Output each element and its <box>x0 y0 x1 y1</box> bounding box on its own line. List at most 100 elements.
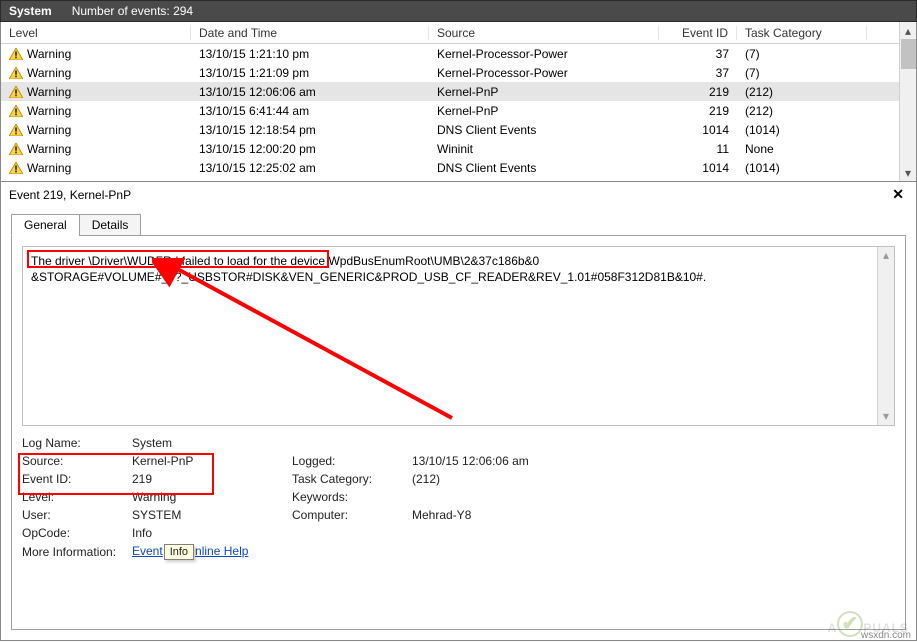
scroll-up-arrow-icon[interactable]: ▴ <box>901 22 916 39</box>
grid-scrollbar[interactable]: ▴ ▾ <box>899 22 916 181</box>
warning-icon <box>9 67 23 79</box>
value-task-category: (212) <box>412 472 612 486</box>
tab-body: The driver \Driver\WUDFRd failed to load… <box>11 235 906 630</box>
label-logged: Logged: <box>292 454 412 468</box>
grid-header-row: Level Date and Time Source Event ID Task… <box>1 22 899 44</box>
desc-scrollbar[interactable]: ▴ ▾ <box>877 247 894 425</box>
value-level: Warning <box>132 490 292 504</box>
value-log-name: System <box>132 436 292 450</box>
col-header-source[interactable]: Source <box>429 26 659 40</box>
log-name-title: System <box>9 4 52 18</box>
cell-source: Kernel-PnP <box>429 104 659 118</box>
value-computer: Mehrad-Y8 <box>412 508 612 522</box>
event-properties: Log Name: System Source: Kernel-PnP Logg… <box>22 436 895 560</box>
label-keywords: Keywords: <box>292 490 412 504</box>
event-log-help-link[interactable]: EventInfonline Help <box>132 544 292 560</box>
cell-task: (212) <box>737 104 867 118</box>
cell-level: Warning <box>27 161 71 175</box>
cell-level: Warning <box>27 104 71 118</box>
desc-line1b: WpdBusEnumRoot\UMB\2&37c186b&0 <box>328 254 539 268</box>
col-header-eventid[interactable]: Event ID <box>659 26 737 40</box>
cell-task: None <box>737 142 867 156</box>
cell-eventid: 37 <box>659 47 737 61</box>
checkmark-icon: ✔ <box>837 611 863 637</box>
cell-date: 13/10/15 12:06:06 am <box>191 85 429 99</box>
table-row[interactable]: Warning 13/10/15 1:21:09 pmKernel-Process… <box>1 63 899 82</box>
warning-icon <box>9 124 23 136</box>
cell-source: DNS Client Events <box>429 123 659 137</box>
cell-source: DNS Client Events <box>429 161 659 175</box>
cell-level: Warning <box>27 66 71 80</box>
header-bar: System Number of events: 294 <box>0 0 917 22</box>
scroll-down-arrow-icon[interactable]: ▾ <box>878 408 894 425</box>
label-computer: Computer: <box>292 508 412 522</box>
label-task-category: Task Category: <box>292 472 412 486</box>
cell-eventid: 1014 <box>659 161 737 175</box>
tab-general[interactable]: General <box>11 214 80 236</box>
event-grid: Level Date and Time Source Event ID Task… <box>0 22 917 182</box>
label-more-info: More Information: <box>22 545 132 559</box>
cell-date: 13/10/15 6:41:44 am <box>191 104 429 118</box>
cell-level: Warning <box>27 47 71 61</box>
cell-task: (1014) <box>737 123 867 137</box>
cell-eventid: 219 <box>659 85 737 99</box>
detail-pane: Event 219, Kernel-PnP ✕ General Details … <box>0 182 917 641</box>
cell-task: (7) <box>737 47 867 61</box>
cell-task: (7) <box>737 66 867 80</box>
detail-title-text: Event 219, Kernel-PnP <box>9 188 131 202</box>
cell-date: 13/10/15 12:18:54 pm <box>191 123 429 137</box>
scroll-up-arrow-icon[interactable]: ▴ <box>878 247 894 264</box>
cell-source: Kernel-PnP <box>429 85 659 99</box>
cell-level: Warning <box>27 123 71 137</box>
link-event-log-help-left[interactable]: Event <box>132 544 163 558</box>
value-user: SYSTEM <box>132 508 292 522</box>
cell-eventid: 37 <box>659 66 737 80</box>
tab-details[interactable]: Details <box>79 214 142 236</box>
table-row[interactable]: Warning 13/10/15 12:00:20 pmWininit11None <box>1 139 899 158</box>
table-row[interactable]: Warning13/10/15 1:21:10 pmKernel-Process… <box>1 44 899 63</box>
source-watermark: wsxdn.com <box>861 630 911 641</box>
scroll-down-arrow-icon[interactable]: ▾ <box>901 164 916 181</box>
value-logged: 13/10/15 12:06:06 am <box>412 454 612 468</box>
value-opcode: Info <box>132 526 292 540</box>
value-source: Kernel-PnP <box>132 454 292 468</box>
cell-source: Kernel-Processor-Power <box>429 66 659 80</box>
label-opcode: OpCode: <box>22 526 132 540</box>
scroll-thumb[interactable] <box>901 39 916 69</box>
cell-date: 13/10/15 12:00:20 pm <box>191 142 429 156</box>
label-event-id: Event ID: <box>22 472 132 486</box>
cell-level: Warning <box>27 142 71 156</box>
table-row[interactable]: Warning 13/10/15 12:18:54 pmDNS Client Ev… <box>1 120 899 139</box>
event-description-box: The driver \Driver\WUDFRd failed to load… <box>22 246 895 426</box>
cell-date: 13/10/15 12:25:02 am <box>191 161 429 175</box>
cell-task: (1014) <box>737 161 867 175</box>
label-level: Level: <box>22 490 132 504</box>
link-event-log-help-right[interactable]: nline Help <box>195 544 248 558</box>
table-row[interactable]: Warning 13/10/15 12:25:02 amDNS Client Ev… <box>1 158 899 177</box>
label-user: User: <box>22 508 132 522</box>
cell-eventid: 219 <box>659 104 737 118</box>
close-button[interactable]: ✕ <box>888 186 908 203</box>
cell-date: 13/10/15 1:21:09 pm <box>191 66 429 80</box>
desc-line2: &STORAGE#VOLUME#_??_USBSTOR#DISK&VEN_GEN… <box>31 270 706 284</box>
warning-icon <box>9 48 23 60</box>
table-row[interactable]: Warning13/10/15 12:06:06 amKernel-PnP219… <box>1 82 899 101</box>
label-log-name: Log Name: <box>22 436 132 450</box>
event-count: Number of events: 294 <box>72 4 193 18</box>
label-source: Source: <box>22 454 132 468</box>
cell-eventid: 11 <box>659 142 737 156</box>
value-event-id: 219 <box>132 472 292 486</box>
col-header-task[interactable]: Task Category <box>737 26 867 40</box>
cell-eventid: 1014 <box>659 123 737 137</box>
cell-source: Kernel-Processor-Power <box>429 47 659 61</box>
table-row[interactable]: Warning 13/10/15 6:41:44 amKernel-PnP219(… <box>1 101 899 120</box>
warning-icon <box>9 162 23 174</box>
col-header-level[interactable]: Level <box>1 26 191 40</box>
cell-task: (212) <box>737 85 867 99</box>
warning-icon <box>9 143 23 155</box>
warning-icon <box>9 105 23 117</box>
tooltip-info: Info <box>164 544 194 560</box>
cell-source: Wininit <box>429 142 659 156</box>
warning-icon <box>9 86 23 98</box>
col-header-date[interactable]: Date and Time <box>191 26 429 40</box>
